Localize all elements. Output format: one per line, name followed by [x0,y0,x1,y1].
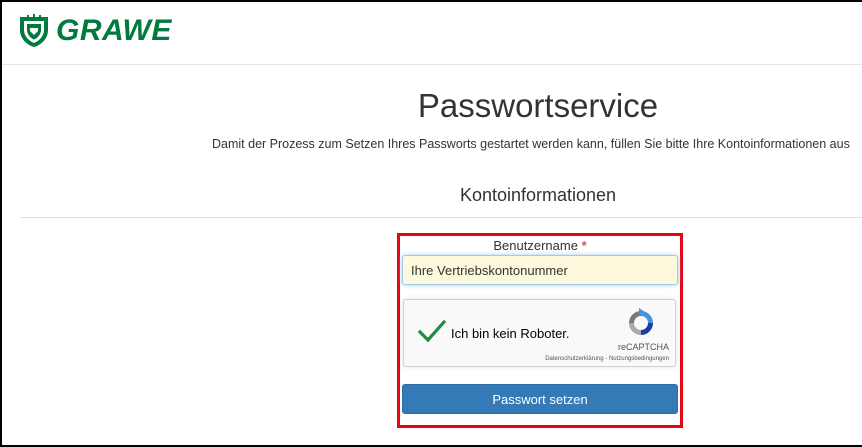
recaptcha-brand: reCAPTCHA [617,342,669,352]
username-label-text: Benutzername [493,238,578,253]
checkmark-icon[interactable] [418,319,446,343]
recaptcha-widget: Ich bin kein Roboter. reCAPTCHA Datensch… [403,299,676,367]
section-title: Kontoinformationen [459,185,617,205]
username-input[interactable] [402,255,678,285]
grawe-logo[interactable]: GRAWE [18,14,172,48]
privacy-link[interactable]: Datenschutzerklärung [545,356,603,362]
required-marker: * [581,238,587,253]
recaptcha-links: Datenschutzerklärung - Nutzungsbedingung… [545,355,669,363]
set-password-button[interactable]: Passwort setzen [402,384,678,414]
username-label: Benutzername * [400,238,680,254]
page-title: Passwortservice [417,87,659,124]
section-divider [20,217,862,218]
site-header: GRAWE [2,2,860,64]
recaptcha-label: Ich bin kein Roboter. [451,326,570,341]
header-divider [2,64,862,65]
terms-link[interactable]: Nutzungsbedingungen [609,356,669,362]
logo-wordmark: GRAWE [56,14,172,47]
recaptcha-logo-icon [629,308,653,335]
intro-text: Damit der Prozess zum Setzen Ihres Passw… [212,137,850,151]
grawe-shield-icon [20,14,48,47]
